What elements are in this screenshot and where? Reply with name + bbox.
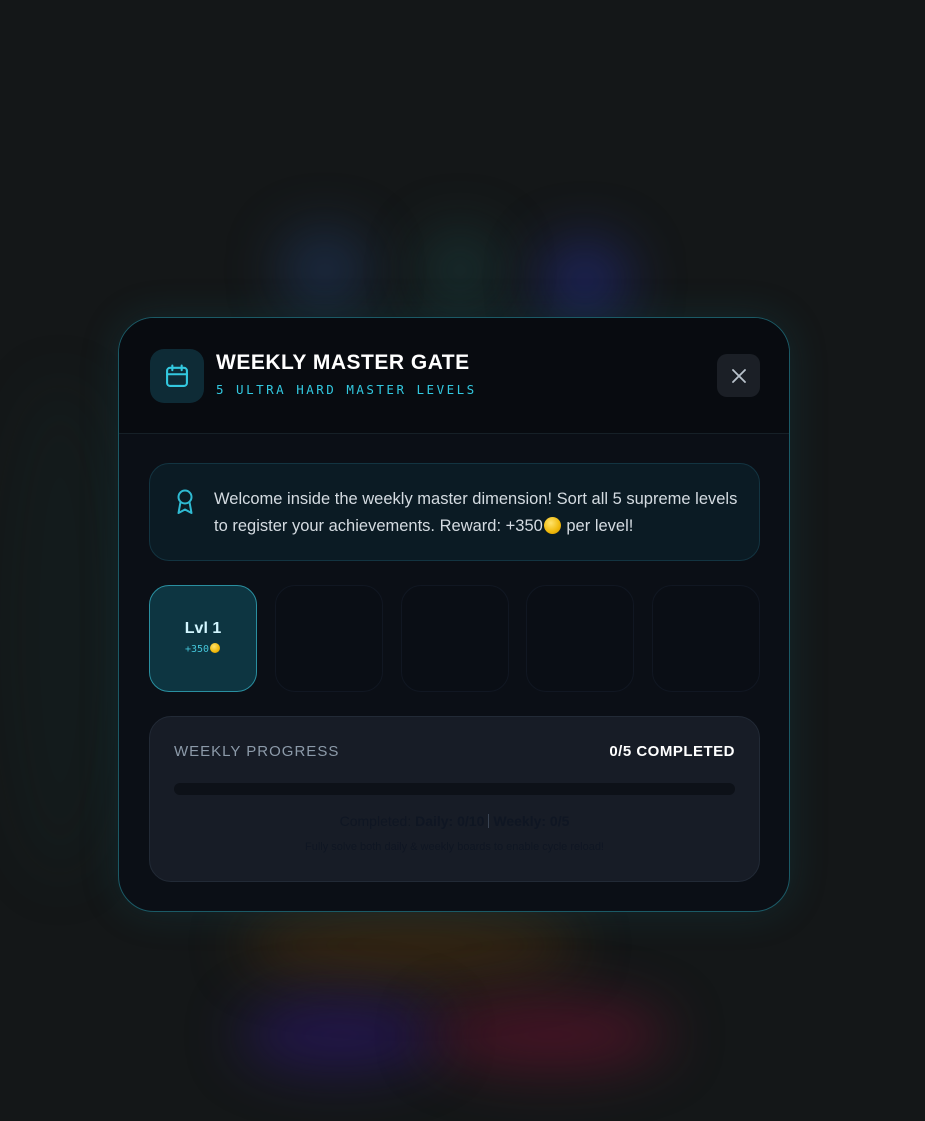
modal-title: WEEKLY MASTER GATE: [216, 351, 470, 374]
level-reward: +350: [150, 643, 256, 655]
progress-bar: [174, 783, 735, 795]
daily-count: Daily: 0/10: [415, 813, 485, 829]
divider: [488, 814, 490, 828]
progress-label: WEEKLY PROGRESS: [174, 743, 340, 760]
progress-hint: Fully solve both daily & weekly boards t…: [305, 841, 604, 853]
level-tile-2[interactable]: [274, 585, 383, 692]
award-ribbon-icon: [173, 488, 197, 521]
coin-icon: [543, 517, 561, 534]
weekly-count: Weekly: 0/5: [493, 813, 570, 829]
level-label: Lvl 1: [184, 620, 222, 637]
level-list: Lvl 1 +350: [149, 585, 760, 693]
close-icon: [731, 368, 746, 383]
level-tile-1[interactable]: Lvl 1 +350: [149, 585, 257, 692]
progress-count: 0/5 COMPLETED: [609, 743, 735, 760]
level-tile-4[interactable]: [526, 585, 635, 692]
close-button[interactable]: [717, 354, 760, 397]
level-tile-3[interactable]: [400, 585, 509, 692]
modal-header: WEEKLY MASTER GATE 5 ULTRA HARD MASTER L…: [119, 318, 789, 434]
calendar-icon: [150, 349, 204, 403]
welcome-text: Welcome inside the weekly master dimensi…: [214, 490, 738, 535]
weekly-master-gate-modal: WEEKLY MASTER GATE 5 ULTRA HARD MASTER L…: [118, 317, 790, 912]
weekly-progress-card: WEEKLY PROGRESS 0/5 COMPLETED Completed:…: [149, 716, 760, 882]
welcome-banner: Welcome inside the weekly master dimensi…: [149, 463, 760, 561]
modal-subtitle: 5 ULTRA HARD MASTER LEVELS: [216, 382, 477, 397]
completed-summary: Completed: Daily: 0/10 Weekly: 0/5: [339, 813, 570, 829]
coin-icon: [210, 643, 221, 653]
level-tile-5[interactable]: [652, 585, 760, 692]
